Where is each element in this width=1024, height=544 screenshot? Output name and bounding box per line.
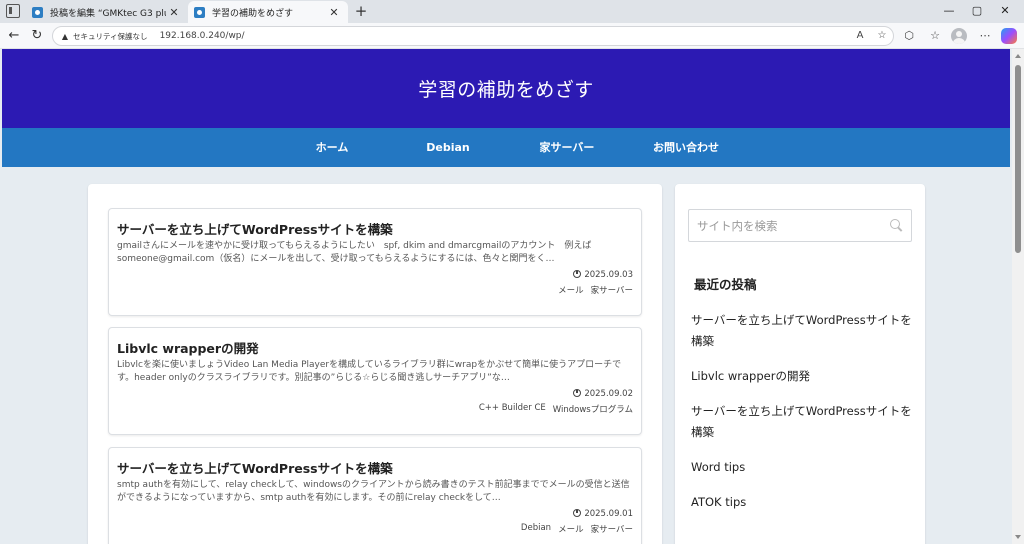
nav-debian[interactable]: Debian bbox=[408, 128, 488, 167]
clock-icon bbox=[573, 270, 582, 278]
site-title[interactable]: 学習の補助をめざす bbox=[418, 75, 594, 102]
tab-close-icon[interactable]: ✕ bbox=[326, 6, 342, 19]
copilot-icon[interactable] bbox=[1001, 28, 1017, 44]
browser-tab-site[interactable]: 学習の補助をめざす ✕ bbox=[188, 1, 348, 23]
site-nav: ホーム Debian 家サーバー お問い合わせ bbox=[2, 128, 1010, 167]
extensions-icon[interactable]: ⬡ bbox=[900, 27, 918, 45]
sidebar: 最近の投稿 サーバーを立ち上げてWordPressサイトを構築 Libvlc w… bbox=[675, 184, 925, 544]
tab-title: 投稿を編集 “GMKtec G3 plus mini PC bbox=[50, 8, 166, 19]
recent-post-link[interactable]: Libvlc wrapperの開発 bbox=[691, 366, 917, 387]
post-excerpt: gmailさんにメールを速やかに受け取ってもらえるようにしたい spf, dki… bbox=[117, 241, 592, 264]
clock-icon bbox=[573, 389, 582, 397]
page-viewport: 学習の補助をめざす ホーム Debian 家サーバー お問い合わせ サーバーを立… bbox=[0, 49, 1012, 544]
category-link[interactable]: Windowsプログラム bbox=[553, 403, 633, 415]
new-tab-button[interactable]: + bbox=[352, 2, 370, 20]
more-menu-icon[interactable]: ⋯ bbox=[976, 27, 994, 45]
back-button[interactable]: ← bbox=[4, 26, 24, 46]
browser-tab-bar: 投稿を編集 “GMKtec G3 plus mini PC ✕ 学習の補助をめざ… bbox=[0, 0, 1024, 23]
category-link[interactable]: 家サーバー bbox=[591, 523, 633, 535]
post-categories: メール 家サーバー bbox=[558, 284, 633, 296]
search-form bbox=[688, 209, 912, 242]
recent-post-link[interactable]: ATOK tips bbox=[691, 492, 917, 513]
recent-post-link[interactable]: サーバーを立ち上げてWordPressサイトを構築 bbox=[691, 401, 917, 443]
scroll-up-icon[interactable] bbox=[1015, 54, 1021, 58]
category-link[interactable]: C++ Builder CE bbox=[479, 403, 546, 415]
reload-button[interactable]: ↻ bbox=[27, 26, 47, 46]
tab-title: 学習の補助をめざす bbox=[212, 8, 294, 19]
post-date-text: 2025.09.01 bbox=[584, 509, 633, 519]
post-excerpt: Libvlcを楽に使いましょうVideo Lan Media Playerを構成… bbox=[117, 360, 622, 383]
post-title[interactable]: Libvlc wrapperの開発 bbox=[117, 338, 259, 357]
read-aloud-icon[interactable]: A bbox=[853, 29, 867, 43]
post-categories: Debian メール 家サーバー bbox=[521, 523, 633, 535]
tab-close-icon[interactable]: ✕ bbox=[166, 6, 182, 19]
wordpress-favicon-icon bbox=[194, 6, 205, 18]
category-link[interactable]: メール bbox=[558, 523, 584, 535]
site-header: 学習の補助をめざす bbox=[2, 49, 1010, 128]
security-label[interactable]: セキュリティ保護なし bbox=[73, 31, 148, 42]
post-excerpt: smtp authを有効にして、relay checkして、windowsのクラ… bbox=[117, 480, 630, 503]
recent-post-link[interactable]: サーバーを立ち上げてWordPressサイトを構築 bbox=[691, 310, 917, 352]
browser-tab-edit-post[interactable]: 投稿を編集 “GMKtec G3 plus mini PC ✕ bbox=[26, 1, 188, 23]
category-link[interactable]: Debian bbox=[521, 523, 551, 535]
clock-icon bbox=[573, 509, 582, 517]
recent-post-link[interactable]: Word tips bbox=[691, 457, 917, 478]
tab-actions-icon[interactable] bbox=[6, 4, 20, 18]
nav-home-server[interactable]: 家サーバー bbox=[522, 128, 612, 167]
warning-icon[interactable]: ▲ bbox=[60, 32, 70, 41]
scroll-down-icon[interactable] bbox=[1015, 535, 1021, 539]
nav-home[interactable]: ホーム bbox=[292, 128, 372, 167]
profile-avatar[interactable] bbox=[951, 28, 967, 44]
recent-posts-heading: 最近の投稿 bbox=[694, 277, 757, 292]
post-card[interactable]: Libvlc wrapperの開発 Libvlcを楽に使いましょうVideo L… bbox=[108, 327, 642, 435]
post-date: 2025.09.03 bbox=[573, 270, 633, 280]
post-categories: C++ Builder CE Windowsプログラム bbox=[479, 403, 633, 415]
address-bar[interactable]: ▲ セキュリティ保護なし 192.168.0.240/wp/ A ☆ bbox=[52, 26, 894, 46]
favorites-icon[interactable]: ☆ bbox=[926, 27, 944, 45]
close-window-button[interactable]: ✕ bbox=[988, 1, 1022, 21]
post-title[interactable]: サーバーを立ち上げてWordPressサイトを構築 bbox=[117, 458, 393, 477]
favorite-star-icon[interactable]: ☆ bbox=[875, 29, 889, 43]
browser-toolbar: ← ↻ ▲ セキュリティ保護なし 192.168.0.240/wp/ A ☆ ⬡… bbox=[0, 23, 1024, 49]
recent-posts-list: サーバーを立ち上げてWordPressサイトを構築 Libvlc wrapper… bbox=[691, 310, 917, 513]
wordpress-favicon-icon bbox=[32, 6, 43, 18]
search-input[interactable] bbox=[689, 210, 879, 241]
post-card[interactable]: サーバーを立ち上げてWordPressサイトを構築 gmailさんにメールを速や… bbox=[108, 208, 642, 316]
search-icon[interactable] bbox=[890, 219, 904, 233]
post-date: 2025.09.02 bbox=[573, 389, 633, 399]
url-text[interactable]: 192.168.0.240/wp/ bbox=[160, 31, 245, 41]
category-link[interactable]: 家サーバー bbox=[591, 284, 633, 296]
post-date-text: 2025.09.03 bbox=[584, 270, 633, 280]
post-date: 2025.09.01 bbox=[573, 509, 633, 519]
post-title[interactable]: サーバーを立ち上げてWordPressサイトを構築 bbox=[117, 219, 393, 238]
scroll-thumb[interactable] bbox=[1015, 65, 1021, 253]
post-date-text: 2025.09.02 bbox=[584, 389, 633, 399]
post-card[interactable]: サーバーを立ち上げてWordPressサイトを構築 smtp authを有効にし… bbox=[108, 447, 642, 544]
nav-contact[interactable]: お問い合わせ bbox=[638, 128, 734, 167]
page-scrollbar[interactable] bbox=[1012, 49, 1024, 544]
post-list: サーバーを立ち上げてWordPressサイトを構築 gmailさんにメールを速や… bbox=[88, 184, 662, 544]
category-link[interactable]: メール bbox=[558, 284, 584, 296]
